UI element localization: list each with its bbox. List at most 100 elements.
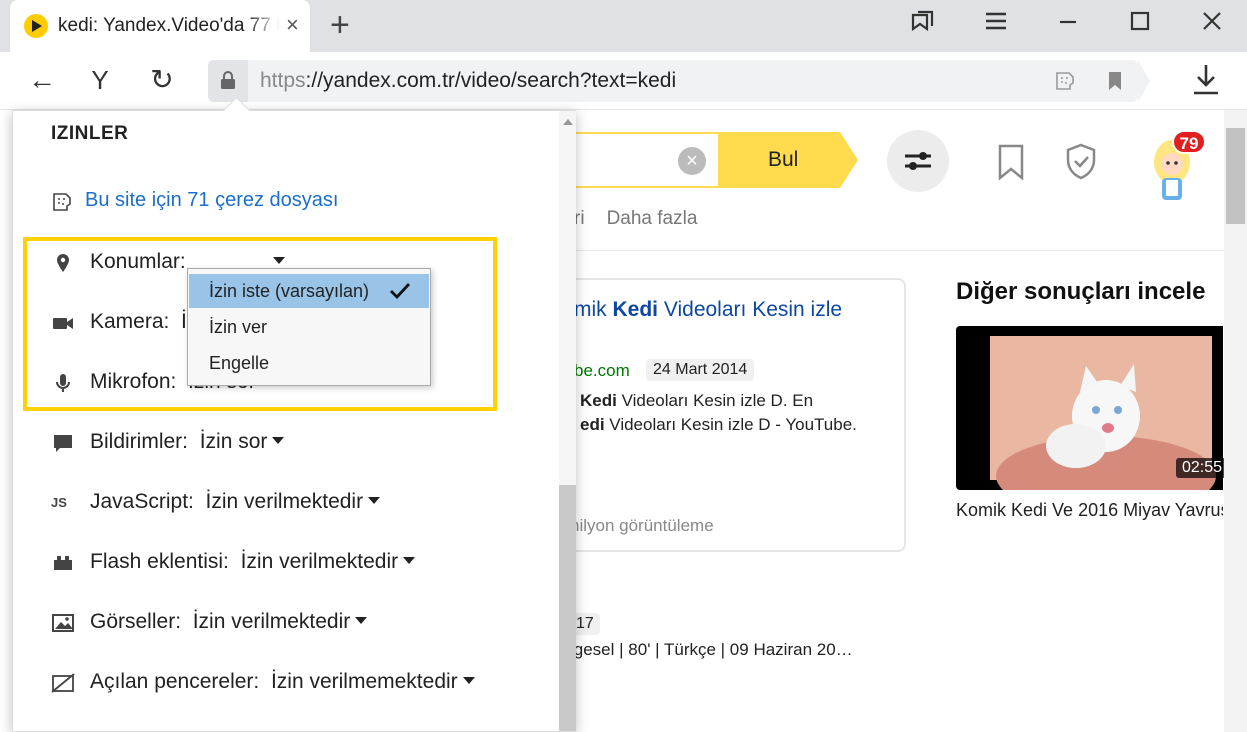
camera-icon xyxy=(53,318,73,329)
sliders-icon xyxy=(905,152,931,170)
minimize-icon xyxy=(1060,20,1076,24)
camera-label: Kamera: xyxy=(90,310,170,333)
page-scrollbar[interactable] xyxy=(1224,110,1247,732)
images-value[interactable]: İzin verilmektedir xyxy=(193,610,351,633)
bookmark-icon[interactable] xyxy=(1104,70,1126,92)
flash-value[interactable]: İzin verilmektedir xyxy=(241,550,399,573)
address-toolbar: ← Y ↻ https://yandex.com.tr/video/search… xyxy=(0,52,1247,110)
microphone-icon xyxy=(56,374,70,392)
search-tabs: ri Daha fazla xyxy=(574,208,697,230)
popups-dropdown-caret[interactable] xyxy=(462,676,475,684)
hamburger-icon xyxy=(986,12,1006,30)
snippet-line-1: Kedi Videoları Kesin izle D. En xyxy=(580,389,857,413)
result-title-link[interactable]: mik Kedi Videoları Kesin izle xyxy=(574,298,842,322)
back-button[interactable]: ← xyxy=(22,62,62,98)
minimize-button[interactable] xyxy=(1120,10,1160,40)
popup-scroll-thumb[interactable] xyxy=(559,485,576,731)
location-dropdown-caret[interactable] xyxy=(272,256,285,264)
cookie-icon xyxy=(53,193,71,211)
search-button[interactable]: Bul xyxy=(718,132,858,188)
permission-label: Bildirimler: İzin sor xyxy=(90,430,285,454)
camera-value[interactable]: İ xyxy=(181,310,187,333)
cookies-link[interactable]: Bu site için 71 çerez dosyası xyxy=(85,189,338,212)
filter-button[interactable] xyxy=(887,130,949,192)
result-host[interactable]: be.com xyxy=(574,361,630,381)
scroll-up-arrow-icon[interactable] xyxy=(563,119,573,125)
tab-title: kedi: Yandex.Video'da 77 bin video xyxy=(58,15,280,36)
result-views: nilyon görüntüleme xyxy=(570,516,714,535)
close-window-button[interactable] xyxy=(1192,10,1232,40)
option-label: İzin ver xyxy=(209,317,268,337)
page-scroll-thumb[interactable] xyxy=(1226,128,1245,224)
download-icon[interactable] xyxy=(1190,62,1222,98)
shield-check-icon[interactable] xyxy=(1064,142,1098,182)
cookie-icon[interactable] xyxy=(1054,70,1076,92)
result-date: 24 Mart 2014 xyxy=(646,359,755,381)
speech-bubble-icon xyxy=(54,435,72,452)
search-tab-more[interactable]: Daha fazla xyxy=(607,208,698,229)
javascript-label: JavaScript: xyxy=(90,490,194,513)
result-title-bold: Kedi xyxy=(612,298,659,321)
tabs-menu-button[interactable] xyxy=(902,10,942,40)
snippet-bold-1: Kedi xyxy=(580,391,617,410)
tab-close-icon[interactable]: × xyxy=(286,14,299,36)
site-info-button[interactable] xyxy=(208,60,248,102)
popup-blocked-icon xyxy=(51,673,75,693)
result-snippet: Kedi Videoları Kesin izle D. En edi Vide… xyxy=(580,389,857,437)
url-scheme: https xyxy=(260,69,306,92)
popups-label: Açılan pencereler: xyxy=(90,670,260,693)
bookmark-outline-icon[interactable] xyxy=(994,142,1028,182)
dropdown-option-allow[interactable]: İzin ver xyxy=(189,310,429,344)
dropdown-option-block[interactable]: Engelle xyxy=(189,346,429,380)
javascript-dropdown-caret[interactable] xyxy=(368,496,381,504)
snippet-text-1: Videoları Kesin izle D. En xyxy=(616,391,814,410)
yandex-logo-button[interactable]: Y xyxy=(80,62,120,98)
location-permission-dropdown: İzin iste (varsayılan) İzin ver Engelle xyxy=(187,268,431,386)
snippet-bold-2: edi xyxy=(580,415,605,434)
location-label: Konumlar: xyxy=(90,250,186,273)
new-tab-button[interactable]: + xyxy=(330,8,350,42)
permission-label: Açılan pencereler: İzin verilmemektedir xyxy=(90,670,475,694)
images-dropdown-caret[interactable] xyxy=(355,616,368,624)
permission-label: Görseller: İzin verilmektedir xyxy=(90,610,368,634)
location-pin-icon xyxy=(57,254,69,272)
url-path: ://yandex.com.tr/video/search?text=kedi xyxy=(305,69,677,92)
notifications-dropdown-caret[interactable] xyxy=(272,436,285,444)
notifications-value[interactable]: İzin sor xyxy=(200,430,268,453)
address-bar[interactable]: https://yandex.com.tr/video/search?text=… xyxy=(208,60,1150,102)
flash-label: Flash eklentisi: xyxy=(90,550,229,573)
permissions-title: IZINLER xyxy=(51,123,129,144)
plugin-icon xyxy=(54,556,72,570)
microphone-label: Mikrofon: xyxy=(90,370,177,393)
result2-snippet: lgesel | 80' | Türkçe | 09 Haziran 20… xyxy=(570,640,853,659)
checkmark-icon xyxy=(390,283,411,300)
javascript-icon: JS xyxy=(51,495,67,510)
menu-button[interactable] xyxy=(976,10,1016,40)
option-label: Engelle xyxy=(209,353,270,373)
reload-button[interactable]: ↻ xyxy=(142,62,182,98)
video-caption-link[interactable]: Komik Kedi Ve 2016 Miyav Yavrusu xyxy=(956,500,1223,521)
images-label: Görseller: xyxy=(90,610,182,633)
dropdown-option-ask-default[interactable]: İzin iste (varsayılan) xyxy=(189,274,429,308)
notifications-label: Bildirimler: xyxy=(90,430,189,453)
snippet-text-2: Videoları Kesin izle D - YouTube. xyxy=(604,415,857,434)
clear-search-icon[interactable]: × xyxy=(678,147,706,175)
flash-dropdown-caret[interactable] xyxy=(403,556,416,564)
popup-scrollbar[interactable] xyxy=(559,111,576,731)
javascript-value[interactable]: İzin verilmektedir xyxy=(206,490,364,513)
lock-icon xyxy=(221,71,235,89)
video-duration: 02:55 xyxy=(1176,458,1229,478)
divider xyxy=(574,250,1224,251)
tab-yandex-video[interactable]: kedi: Yandex.Video'da 77 bin video × xyxy=(10,0,310,52)
permission-label: Flash eklentisi: İzin verilmektedir xyxy=(90,550,416,574)
browser-window: kedi: Yandex.Video'da 77 bin video × + ←… xyxy=(0,0,1247,732)
maximize-icon xyxy=(1130,11,1150,31)
permission-label: JavaScript: İzin verilmektedir xyxy=(90,490,381,514)
minimize-window-button[interactable] xyxy=(1048,10,1088,40)
option-label: İzin iste (varsayılan) xyxy=(209,281,370,301)
url-text[interactable]: https://yandex.com.tr/video/search?text=… xyxy=(260,69,676,93)
popups-value[interactable]: İzin verilmemektedir xyxy=(271,670,458,693)
tab-strip: kedi: Yandex.Video'da 77 bin video × + xyxy=(0,0,1247,52)
tab-stack-icon xyxy=(911,10,934,32)
result-title-post: Videoları Kesin izle xyxy=(658,298,843,321)
